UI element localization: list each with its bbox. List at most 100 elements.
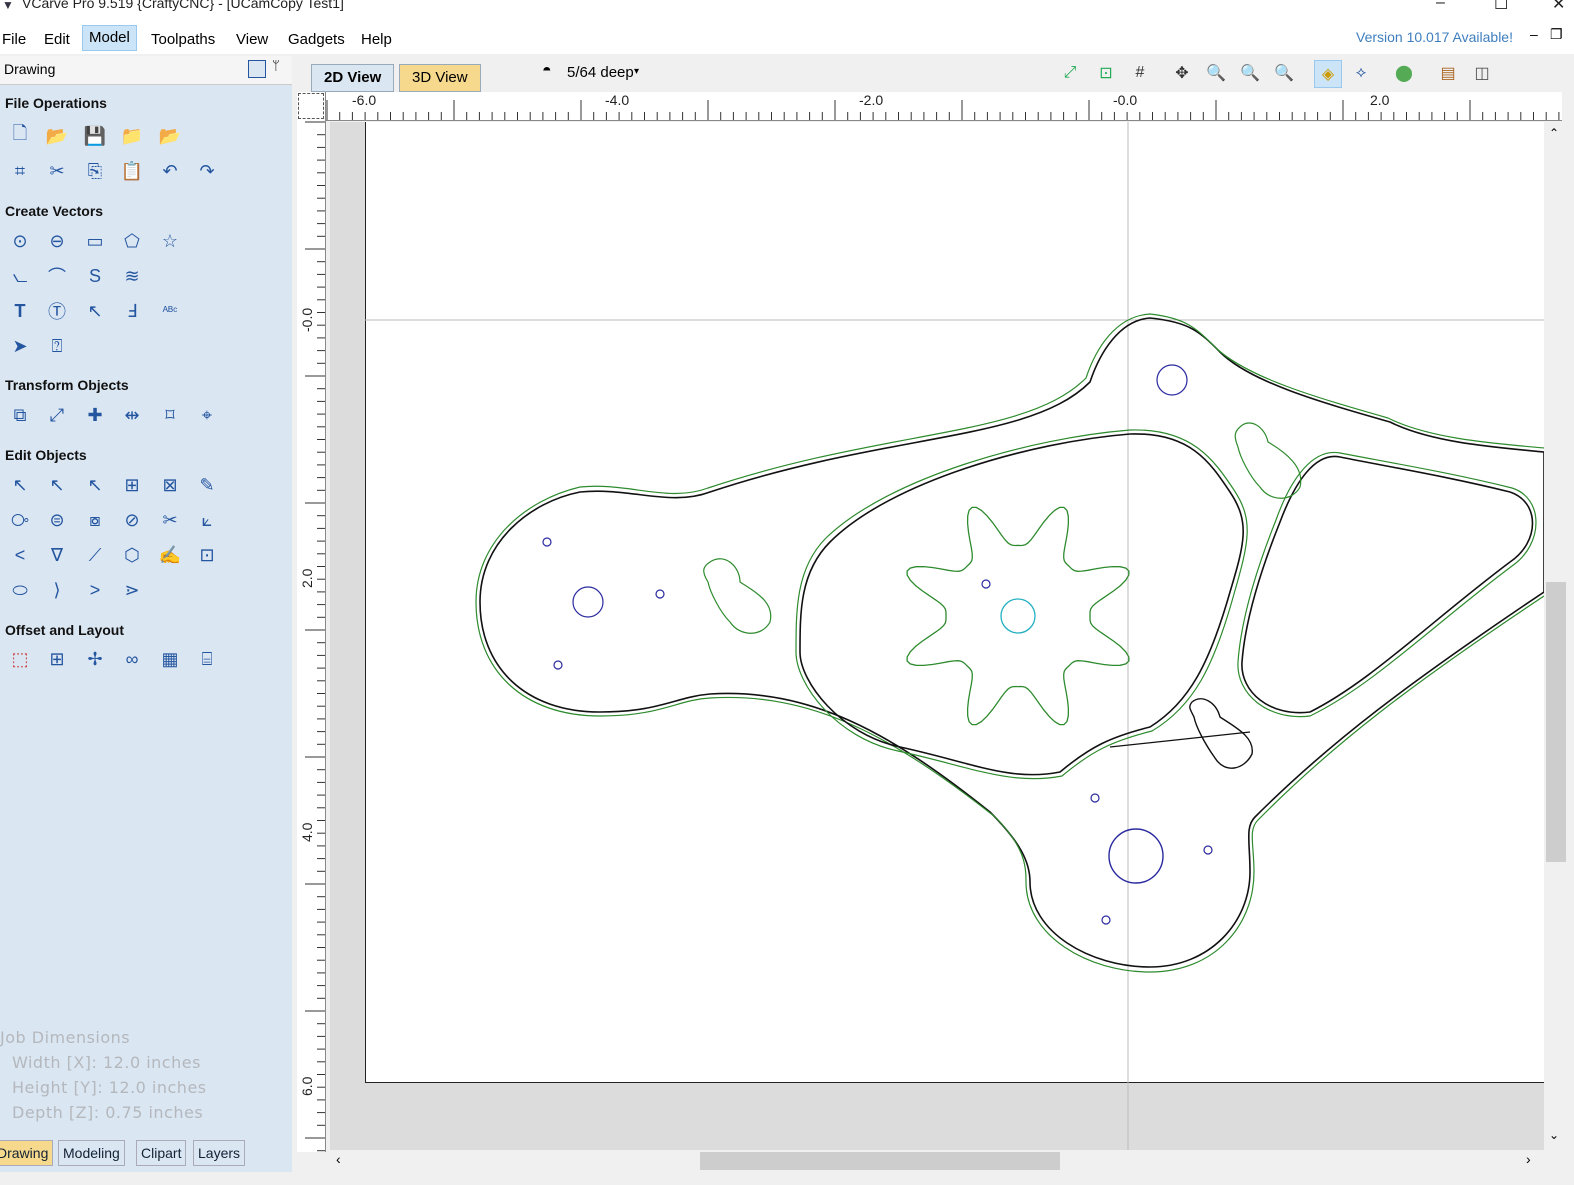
dogbone-icon[interactable]: ⟩ bbox=[44, 577, 70, 603]
gear-center-hole[interactable] bbox=[1000, 598, 1036, 634]
render-icon[interactable]: ⬤ bbox=[1391, 60, 1417, 86]
close-button[interactable]: ✕ bbox=[1552, 0, 1565, 14]
zoom-out-icon[interactable]: 🔍 bbox=[1237, 60, 1263, 86]
construction-line[interactable] bbox=[1109, 731, 1251, 748]
weld-icon[interactable]: ⧂ bbox=[7, 507, 33, 533]
mirror-icon[interactable]: ⇹ bbox=[119, 402, 145, 428]
small-hole[interactable] bbox=[981, 579, 991, 589]
snap-icon[interactable]: ◈ bbox=[1314, 60, 1342, 88]
text-arc-icon[interactable]: Ⅎ bbox=[119, 298, 145, 324]
split-view-icon[interactable]: ◫ bbox=[1469, 60, 1495, 86]
depth-dropdown[interactable]: 5/64 deep bbox=[567, 64, 634, 81]
import-icon[interactable]: 📂 bbox=[157, 123, 183, 149]
large-hole[interactable] bbox=[1156, 364, 1188, 396]
open-file-icon[interactable]: 📂 bbox=[44, 123, 70, 149]
fillet-icon[interactable]: ⟀ bbox=[194, 507, 220, 533]
circle-icon[interactable]: ⊙ bbox=[7, 228, 33, 254]
ungroup-icon[interactable]: ⊠ bbox=[157, 472, 183, 498]
step-repeat-icon[interactable]: ▦ bbox=[157, 646, 183, 672]
menu-edit[interactable]: Edit bbox=[38, 28, 76, 52]
vertical-scrollbar[interactable]: ⌃ ⌄ bbox=[1544, 122, 1568, 1152]
auto-layout-text-icon[interactable]: Ⓣ bbox=[44, 298, 70, 324]
small-hole[interactable] bbox=[655, 589, 665, 599]
tab-clipart[interactable]: Clipart bbox=[136, 1140, 187, 1166]
move-icon[interactable]: ⧉ bbox=[7, 402, 33, 428]
design-vectors[interactable] bbox=[330, 122, 1544, 1152]
small-hole[interactable] bbox=[1203, 845, 1213, 855]
group-icon[interactable]: ⊞ bbox=[119, 472, 145, 498]
ellipse-icon[interactable]: ⊖ bbox=[44, 228, 70, 254]
rectangle-icon[interactable]: ▭ bbox=[82, 228, 108, 254]
layer-icon[interactable]: ▤ bbox=[1435, 60, 1461, 86]
pan-icon[interactable]: ✥ bbox=[1169, 60, 1195, 86]
tab-drawing[interactable]: Drawing bbox=[0, 1140, 54, 1166]
scale-icon[interactable]: ⤢ bbox=[44, 402, 70, 428]
curve-icon[interactable]: ⌒ bbox=[44, 263, 70, 289]
subtract-icon[interactable]: ⊜ bbox=[44, 507, 70, 533]
join-icon[interactable]: ⊘ bbox=[119, 507, 145, 533]
menu-view[interactable]: View bbox=[230, 28, 274, 52]
keyhole-slot[interactable] bbox=[1189, 698, 1253, 769]
trim-icon[interactable]: ✂ bbox=[157, 507, 183, 533]
grid-icon[interactable]: # bbox=[1127, 60, 1153, 86]
tab-2d-view[interactable]: 2D View bbox=[311, 64, 395, 92]
intersect-icon[interactable]: ⧇ bbox=[82, 507, 108, 533]
small-hole[interactable] bbox=[1090, 793, 1100, 803]
trace-bitmap-icon[interactable]: ⊡ bbox=[194, 542, 220, 568]
text-on-curve-icon[interactable]: ↖ bbox=[82, 298, 108, 324]
small-hole[interactable] bbox=[553, 660, 563, 670]
pin-icon[interactable]: ᛘ bbox=[272, 58, 280, 73]
dimension-icon[interactable]: ➤ bbox=[7, 333, 33, 359]
cut-icon[interactable]: ✂ bbox=[44, 158, 70, 184]
save-icon[interactable]: 💾 bbox=[82, 123, 108, 149]
polygon-icon[interactable]: ⬠ bbox=[119, 228, 145, 254]
copy-along-vectors-icon[interactable]: ∞ bbox=[119, 646, 145, 672]
spiral-icon[interactable]: ≋ bbox=[119, 263, 145, 289]
chevron-down-icon[interactable]: ▾ bbox=[634, 66, 639, 77]
spline-icon[interactable]: S bbox=[82, 263, 108, 289]
horizontal-scroll-thumb[interactable] bbox=[700, 1152, 1060, 1170]
menu-model[interactable]: Model bbox=[82, 25, 137, 51]
panel-dock-icon[interactable] bbox=[248, 60, 266, 78]
text-icon[interactable]: T bbox=[7, 298, 33, 324]
gear-outline[interactable] bbox=[906, 506, 1130, 726]
inner-pocket[interactable] bbox=[799, 433, 1244, 776]
zoom-fit-icon[interactable]: ⤢ bbox=[1057, 60, 1083, 86]
nesting-icon[interactable]: ⌸ bbox=[194, 646, 220, 672]
scroll-down-icon[interactable]: ⌄ bbox=[1549, 1128, 1559, 1142]
align-icon[interactable]: ✚ bbox=[82, 402, 108, 428]
close-vector-icon[interactable]: ⬡ bbox=[119, 542, 145, 568]
node-edit-icon[interactable]: ↖ bbox=[44, 472, 70, 498]
extend-icon[interactable]: < bbox=[7, 542, 33, 568]
maximize-button[interactable]: ☐ bbox=[1494, 0, 1508, 14]
drawing-canvas-area[interactable] bbox=[330, 122, 1545, 1152]
polyline-icon[interactable]: ⦦ bbox=[7, 263, 33, 289]
nest-vectors-icon[interactable]: ⬭ bbox=[7, 577, 33, 603]
undo-icon[interactable]: ↶ bbox=[157, 158, 183, 184]
large-hole[interactable] bbox=[572, 586, 604, 618]
right-pocket[interactable] bbox=[1241, 455, 1534, 714]
curve-fit-icon[interactable]: ✎ bbox=[194, 472, 220, 498]
smooth-icon[interactable]: ⟋ bbox=[82, 542, 108, 568]
scroll-right-icon[interactable]: › bbox=[1526, 1151, 1531, 1167]
interactive-select-icon[interactable]: ↖ bbox=[82, 472, 108, 498]
mdi-minimize-icon[interactable]: – bbox=[1530, 26, 1538, 42]
copy-icon[interactable]: ⎘ bbox=[82, 158, 108, 184]
distort-icon[interactable]: ⌑ bbox=[157, 402, 183, 428]
set-origin-icon[interactable]: ⌖ bbox=[194, 402, 220, 428]
large-hole[interactable] bbox=[1108, 828, 1164, 884]
ruler-corner-icon[interactable] bbox=[298, 93, 324, 119]
scroll-up-icon[interactable]: ⌃ bbox=[1549, 126, 1559, 140]
keyhole-slot[interactable] bbox=[703, 558, 772, 634]
tab-modeling[interactable]: Modeling bbox=[58, 1140, 125, 1166]
vectors-icon[interactable]: ∇ bbox=[44, 542, 70, 568]
menu-toolpaths[interactable]: Toolpaths bbox=[145, 28, 221, 52]
menu-help[interactable]: Help bbox=[355, 28, 398, 52]
horizontal-scrollbar[interactable]: ‹ › bbox=[330, 1150, 1544, 1172]
chamfer-icon[interactable]: > bbox=[82, 577, 108, 603]
open-folder-icon[interactable]: 📁 bbox=[119, 123, 145, 149]
tab-3d-view[interactable]: 3D View bbox=[399, 64, 481, 92]
paste-icon[interactable]: 📋 bbox=[119, 158, 145, 184]
select-icon[interactable]: ↖ bbox=[7, 472, 33, 498]
redo-icon[interactable]: ↷ bbox=[194, 158, 220, 184]
